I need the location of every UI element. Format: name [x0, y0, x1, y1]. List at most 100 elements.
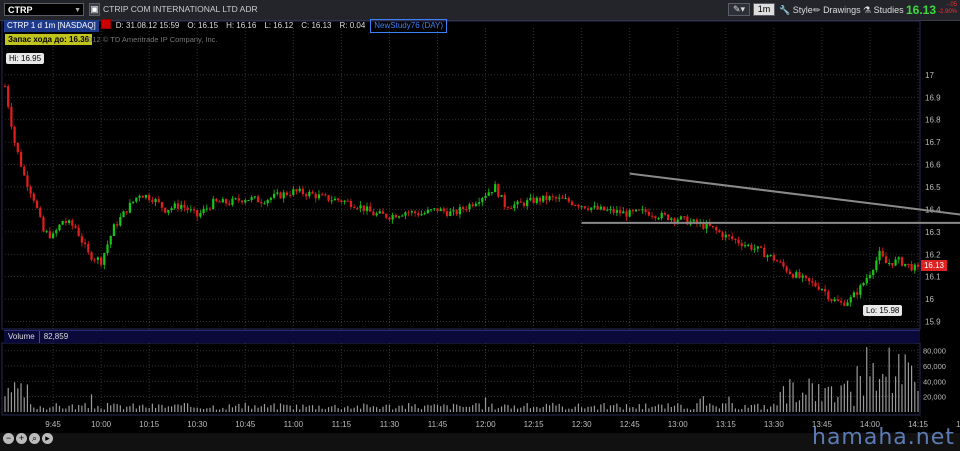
candle-body: [135, 197, 138, 202]
candle-body: [631, 210, 635, 212]
candle-body: [759, 246, 763, 248]
candle-body: [349, 200, 353, 208]
volume-tick-label: 40,000: [923, 377, 946, 386]
candle-body: [128, 202, 132, 213]
candle-body: [305, 194, 308, 197]
volume-bar: [782, 386, 785, 412]
volume-bar: [734, 408, 736, 412]
candle-body: [19, 152, 23, 167]
volume-bar: [770, 406, 772, 412]
candle-body: [593, 205, 596, 208]
candle-body: [727, 234, 731, 237]
candle-body: [404, 212, 407, 216]
volume-bar: [199, 408, 202, 412]
y-tick-label: 16: [925, 295, 934, 304]
volume-bar: [609, 405, 612, 412]
candle-body: [775, 260, 779, 262]
candle-body: [244, 200, 247, 203]
candle-body: [205, 208, 208, 210]
volume-bar: [106, 403, 109, 412]
candle-body: [308, 191, 311, 197]
volume-bar: [228, 404, 230, 412]
trendline: [629, 172, 960, 216]
current-price-tag: 16.13: [921, 260, 947, 271]
pan-icon[interactable]: ▸: [42, 433, 53, 444]
x-tick-label: 13:30: [764, 420, 785, 429]
candle-body: [375, 213, 378, 216]
volume-bar: [798, 400, 801, 412]
candle-body: [743, 245, 747, 247]
zoom-out-icon[interactable]: −: [3, 433, 14, 444]
volume-bar: [914, 382, 916, 412]
candle-body: [644, 209, 647, 212]
candle-body: [734, 238, 737, 240]
volume-bar: [343, 407, 346, 412]
candle-body: [487, 192, 490, 196]
magnifier-icon[interactable]: ⌕: [29, 433, 40, 444]
study-label[interactable]: NewStudy76 (DAY): [370, 19, 448, 33]
volume-bar: [81, 405, 83, 412]
volume-bar: [292, 409, 294, 412]
info-high: H: 16.16: [226, 21, 257, 30]
candle-body: [766, 255, 769, 258]
candle-body: [465, 209, 468, 211]
candle-body: [381, 211, 385, 214]
candle-body: [173, 203, 176, 209]
volume-bar: [456, 404, 458, 412]
candle-body: [285, 192, 289, 196]
candle-body: [356, 207, 359, 209]
candle-body: [372, 211, 375, 216]
candle-body: [865, 278, 868, 283]
volume-bar: [834, 402, 836, 412]
volume-bar: [500, 406, 503, 412]
volume-bar: [148, 408, 150, 412]
candle-body: [481, 197, 484, 203]
volume-bar: [78, 405, 80, 412]
x-tick-label: 13:00: [668, 420, 689, 429]
price-chart[interactable]: 1716.916.816.716.616.516.416.316.216.116…: [0, 0, 960, 433]
candle-body: [878, 250, 881, 261]
volume-bar: [888, 347, 890, 412]
candle-body: [839, 300, 843, 303]
x-tick-label: 12:30: [572, 420, 593, 429]
zoom-in-icon[interactable]: +: [16, 433, 27, 444]
candle-body: [535, 197, 538, 203]
volume-bar: [132, 403, 134, 412]
candle-body: [55, 230, 58, 234]
volume-bar: [526, 403, 528, 412]
candle-body: [650, 215, 654, 217]
candle-body: [23, 166, 26, 176]
volume-bar: [459, 405, 461, 412]
candle-body: [29, 186, 32, 194]
candle-body: [721, 232, 724, 238]
volume-bar: [715, 406, 717, 412]
volume-bar: [215, 409, 218, 412]
candle-body: [39, 208, 42, 217]
candle-body: [740, 243, 743, 247]
x-tick-label: 9:45: [45, 420, 61, 429]
candle-body: [176, 203, 180, 209]
candle-body: [167, 210, 170, 213]
volume-bar: [702, 396, 704, 412]
candle-body: [74, 225, 77, 228]
volume-bar: [110, 405, 112, 412]
volume-bar: [513, 405, 515, 412]
volume-bar: [238, 403, 240, 412]
candle-body: [93, 259, 96, 261]
volume-bar: [276, 409, 278, 412]
candle-body: [497, 184, 500, 197]
candle-body: [500, 195, 503, 197]
candle-body: [58, 224, 61, 231]
volume-bar: [632, 406, 634, 412]
candle-body: [80, 236, 84, 243]
volume-bar: [190, 406, 192, 412]
volume-bar: [853, 405, 855, 412]
candle-body: [337, 198, 340, 201]
candle-body: [551, 196, 554, 198]
volume-bar: [606, 409, 608, 412]
volume-header: Volume 82,859: [4, 330, 920, 343]
volume-bar: [875, 390, 877, 412]
candle-body: [910, 263, 913, 271]
volume-bar: [577, 403, 580, 412]
candle-body: [554, 197, 558, 199]
